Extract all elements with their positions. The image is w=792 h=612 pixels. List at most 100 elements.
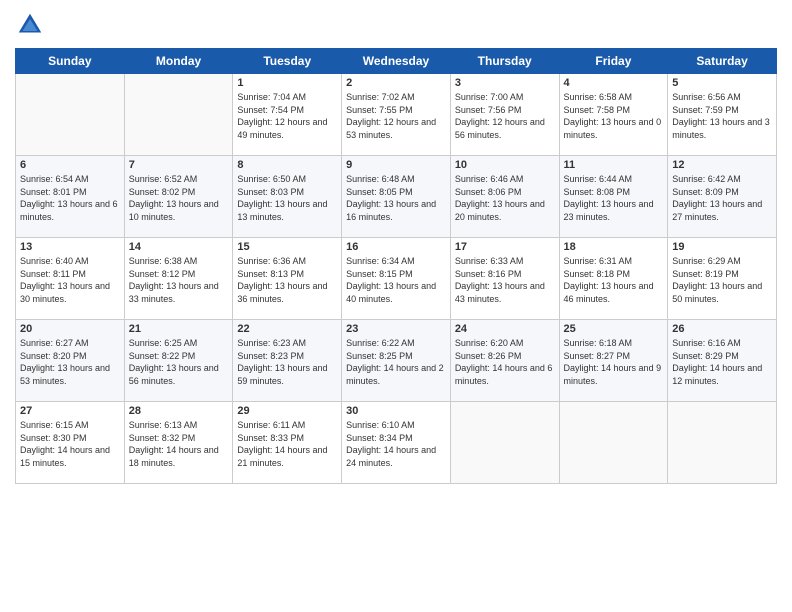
calendar-cell: 30 Sunrise: 6:10 AM Sunset: 8:34 PM Dayli… xyxy=(342,402,451,484)
day-number: 20 xyxy=(20,323,120,335)
day-number: 1 xyxy=(237,77,337,89)
day-number: 7 xyxy=(129,159,229,171)
day-number: 9 xyxy=(346,159,446,171)
day-number: 23 xyxy=(346,323,446,335)
calendar-cell: 4 Sunrise: 6:58 AM Sunset: 7:58 PM Daylig… xyxy=(559,74,668,156)
day-number: 16 xyxy=(346,241,446,253)
day-info: Sunrise: 6:15 AM Sunset: 8:30 PM Dayligh… xyxy=(20,419,120,469)
day-number: 29 xyxy=(237,405,337,417)
day-info: Sunrise: 6:22 AM Sunset: 8:25 PM Dayligh… xyxy=(346,337,446,387)
day-info: Sunrise: 6:20 AM Sunset: 8:26 PM Dayligh… xyxy=(455,337,555,387)
day-number: 28 xyxy=(129,405,229,417)
day-info: Sunrise: 6:50 AM Sunset: 8:03 PM Dayligh… xyxy=(237,173,337,223)
day-number: 8 xyxy=(237,159,337,171)
day-number: 19 xyxy=(672,241,772,253)
day-info: Sunrise: 6:56 AM Sunset: 7:59 PM Dayligh… xyxy=(672,91,772,141)
calendar-week-0: 1 Sunrise: 7:04 AM Sunset: 7:54 PM Daylig… xyxy=(16,74,777,156)
calendar-cell: 1 Sunrise: 7:04 AM Sunset: 7:54 PM Daylig… xyxy=(233,74,342,156)
day-header-friday: Friday xyxy=(559,49,668,74)
calendar-cell: 7 Sunrise: 6:52 AM Sunset: 8:02 PM Daylig… xyxy=(124,156,233,238)
day-info: Sunrise: 6:48 AM Sunset: 8:05 PM Dayligh… xyxy=(346,173,446,223)
day-info: Sunrise: 6:38 AM Sunset: 8:12 PM Dayligh… xyxy=(129,255,229,305)
day-header-saturday: Saturday xyxy=(668,49,777,74)
calendar-cell: 18Sunrise: 6:31 AM Sunset: 8:18 PM Dayli… xyxy=(559,238,668,320)
day-header-thursday: Thursday xyxy=(450,49,559,74)
calendar-cell: 22 Sunrise: 6:23 AM Sunset: 8:23 PM Dayli… xyxy=(233,320,342,402)
day-info: Sunrise: 6:10 AM Sunset: 8:34 PM Dayligh… xyxy=(346,419,446,469)
calendar-cell: 23 Sunrise: 6:22 AM Sunset: 8:25 PM Dayli… xyxy=(342,320,451,402)
calendar-cell: 3 Sunrise: 7:00 AM Sunset: 7:56 PM Daylig… xyxy=(450,74,559,156)
day-info: Sunrise: 6:13 AM Sunset: 8:32 PM Dayligh… xyxy=(129,419,229,469)
day-number: 5 xyxy=(672,77,772,89)
calendar-cell: 16 Sunrise: 6:34 AM Sunset: 8:15 PM Dayli… xyxy=(342,238,451,320)
day-info: Sunrise: 6:52 AM Sunset: 8:02 PM Dayligh… xyxy=(129,173,229,223)
day-number: 27 xyxy=(20,405,120,417)
calendar-cell xyxy=(450,402,559,484)
day-number: 6 xyxy=(20,159,120,171)
day-number: 10 xyxy=(455,159,555,171)
day-info: Sunrise: 6:18 AM Sunset: 8:27 PM Dayligh… xyxy=(564,337,664,387)
calendar-cell: 21 Sunrise: 6:25 AM Sunset: 8:22 PM Dayli… xyxy=(124,320,233,402)
calendar-cell: 12 Sunrise: 6:42 AM Sunset: 8:09 PM Dayli… xyxy=(668,156,777,238)
day-header-sunday: Sunday xyxy=(16,49,125,74)
day-number: 25 xyxy=(564,323,664,335)
day-number: 15 xyxy=(237,241,337,253)
calendar-cell: 20 Sunrise: 6:27 AM Sunset: 8:20 PM Dayli… xyxy=(16,320,125,402)
day-number: 26 xyxy=(672,323,772,335)
calendar-cell: 19 Sunrise: 6:29 AM Sunset: 8:19 PM Dayli… xyxy=(668,238,777,320)
calendar-cell xyxy=(124,74,233,156)
calendar-cell: 27 Sunrise: 6:15 AM Sunset: 8:30 PM Dayli… xyxy=(16,402,125,484)
day-number: 11 xyxy=(564,159,664,171)
day-info: Sunrise: 7:02 AM Sunset: 7:55 PM Dayligh… xyxy=(346,91,446,141)
day-info: Sunrise: 6:33 AM Sunset: 8:16 PM Dayligh… xyxy=(455,255,555,305)
calendar-cell: 5 Sunrise: 6:56 AM Sunset: 7:59 PM Daylig… xyxy=(668,74,777,156)
day-info: Sunrise: 6:11 AM Sunset: 8:33 PM Dayligh… xyxy=(237,419,337,469)
day-info: Sunrise: 7:04 AM Sunset: 7:54 PM Dayligh… xyxy=(237,91,337,141)
calendar-week-3: 20 Sunrise: 6:27 AM Sunset: 8:20 PM Dayli… xyxy=(16,320,777,402)
calendar-cell: 14 Sunrise: 6:38 AM Sunset: 8:12 PM Dayli… xyxy=(124,238,233,320)
page: SundayMondayTuesdayWednesdayThursdayFrid… xyxy=(0,0,792,612)
day-header-tuesday: Tuesday xyxy=(233,49,342,74)
day-info: Sunrise: 6:42 AM Sunset: 8:09 PM Dayligh… xyxy=(672,173,772,223)
day-number: 12 xyxy=(672,159,772,171)
day-info: Sunrise: 6:34 AM Sunset: 8:15 PM Dayligh… xyxy=(346,255,446,305)
calendar-cell: 9 Sunrise: 6:48 AM Sunset: 8:05 PM Daylig… xyxy=(342,156,451,238)
calendar-cell: 10 Sunrise: 6:46 AM Sunset: 8:06 PM Dayli… xyxy=(450,156,559,238)
calendar-cell: 6 Sunrise: 6:54 AM Sunset: 8:01 PM Daylig… xyxy=(16,156,125,238)
calendar-cell: 13Sunrise: 6:40 AM Sunset: 8:11 PM Dayli… xyxy=(16,238,125,320)
day-number: 18 xyxy=(564,241,664,253)
logo-icon xyxy=(15,10,45,40)
day-info: Sunrise: 6:25 AM Sunset: 8:22 PM Dayligh… xyxy=(129,337,229,387)
day-info: Sunrise: 6:54 AM Sunset: 8:01 PM Dayligh… xyxy=(20,173,120,223)
day-number: 30 xyxy=(346,405,446,417)
calendar-cell: 24Sunrise: 6:20 AM Sunset: 8:26 PM Dayli… xyxy=(450,320,559,402)
calendar-week-1: 6 Sunrise: 6:54 AM Sunset: 8:01 PM Daylig… xyxy=(16,156,777,238)
calendar-cell xyxy=(668,402,777,484)
day-info: Sunrise: 6:46 AM Sunset: 8:06 PM Dayligh… xyxy=(455,173,555,223)
day-number: 21 xyxy=(129,323,229,335)
day-number: 3 xyxy=(455,77,555,89)
calendar-header-row: SundayMondayTuesdayWednesdayThursdayFrid… xyxy=(16,49,777,74)
calendar-cell xyxy=(16,74,125,156)
calendar-cell: 2Sunrise: 7:02 AM Sunset: 7:55 PM Daylig… xyxy=(342,74,451,156)
day-info: Sunrise: 6:58 AM Sunset: 7:58 PM Dayligh… xyxy=(564,91,664,141)
calendar-week-2: 13Sunrise: 6:40 AM Sunset: 8:11 PM Dayli… xyxy=(16,238,777,320)
calendar-cell: 26 Sunrise: 6:16 AM Sunset: 8:29 PM Dayli… xyxy=(668,320,777,402)
day-info: Sunrise: 6:36 AM Sunset: 8:13 PM Dayligh… xyxy=(237,255,337,305)
day-number: 14 xyxy=(129,241,229,253)
day-info: Sunrise: 7:00 AM Sunset: 7:56 PM Dayligh… xyxy=(455,91,555,141)
day-info: Sunrise: 6:16 AM Sunset: 8:29 PM Dayligh… xyxy=(672,337,772,387)
day-info: Sunrise: 6:23 AM Sunset: 8:23 PM Dayligh… xyxy=(237,337,337,387)
calendar-cell: 28 Sunrise: 6:13 AM Sunset: 8:32 PM Dayli… xyxy=(124,402,233,484)
calendar-cell: 17 Sunrise: 6:33 AM Sunset: 8:16 PM Dayli… xyxy=(450,238,559,320)
day-number: 22 xyxy=(237,323,337,335)
day-header-monday: Monday xyxy=(124,49,233,74)
day-info: Sunrise: 6:29 AM Sunset: 8:19 PM Dayligh… xyxy=(672,255,772,305)
day-info: Sunrise: 6:27 AM Sunset: 8:20 PM Dayligh… xyxy=(20,337,120,387)
calendar-cell: 29 Sunrise: 6:11 AM Sunset: 8:33 PM Dayli… xyxy=(233,402,342,484)
day-number: 17 xyxy=(455,241,555,253)
calendar-table: SundayMondayTuesdayWednesdayThursdayFrid… xyxy=(15,48,777,484)
calendar-cell: 11Sunrise: 6:44 AM Sunset: 8:08 PM Dayli… xyxy=(559,156,668,238)
day-number: 4 xyxy=(564,77,664,89)
calendar-cell: 15 Sunrise: 6:36 AM Sunset: 8:13 PM Dayli… xyxy=(233,238,342,320)
